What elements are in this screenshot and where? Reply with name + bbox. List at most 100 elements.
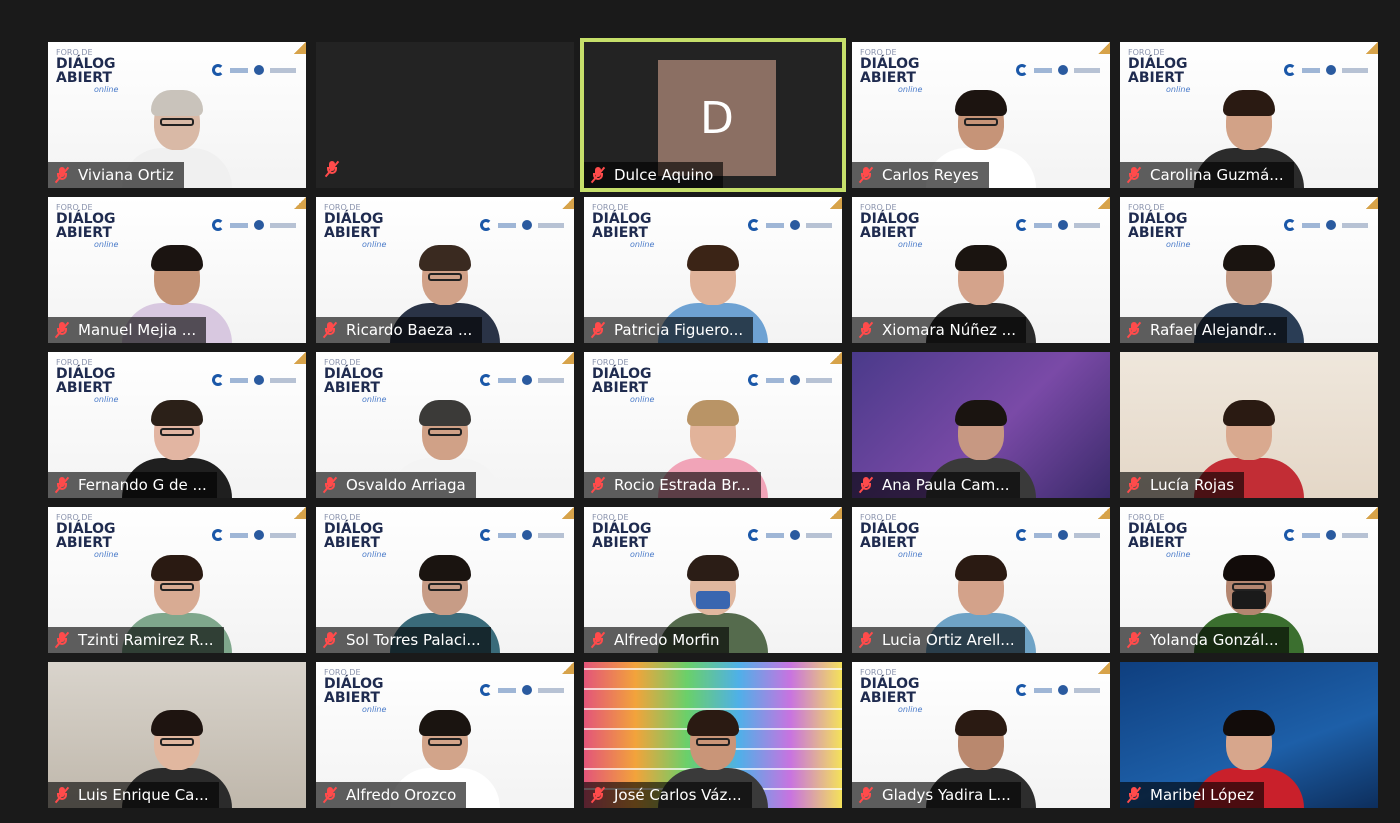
participant-tile[interactable]: FORO DE DIÁLOG ABIERT online Osvaldo Arriaga xyxy=(316,352,574,498)
corner-decoration xyxy=(294,352,306,364)
mic-muted-icon xyxy=(590,786,606,804)
participant-tile[interactable]: FORO DE DIÁLOG ABIERT online Ricardo Baeza .… xyxy=(316,197,574,343)
participant-name: Luis Enrique Ca... xyxy=(78,786,209,804)
participant-tile[interactable]: FORO DE DIÁLOG ABIERT online Rafael Alejandr… xyxy=(1120,197,1378,343)
participant-tile[interactable]: FORO DE DIÁLOG ABIERT online Sol Torres Pala… xyxy=(316,507,574,653)
sponsor-bar-icon xyxy=(498,222,516,228)
sponsor-c-icon xyxy=(748,529,760,541)
participant-name-label: Fernando G de ... xyxy=(48,472,217,498)
participant-tile[interactable]: Luis Enrique Ca... xyxy=(48,662,306,808)
mic-muted-icon xyxy=(858,321,874,339)
participant-tile[interactable]: FORO DE DIÁLOG ABIERT online Yolanda Gonzál.… xyxy=(1120,507,1378,653)
participant-tile[interactable]: FORO DE DIÁLOG ABIERT online Gladys Yadira L… xyxy=(852,662,1110,808)
corner-decoration xyxy=(562,352,574,364)
corner-decoration xyxy=(562,662,574,674)
mic-muted-icon xyxy=(590,631,606,649)
sponsor-bar-icon xyxy=(230,532,248,538)
participant-tile[interactable]: Maribel López xyxy=(1120,662,1378,808)
sponsor-logos xyxy=(480,374,564,386)
brand-text: DIÁLOG xyxy=(860,211,920,227)
mic-muted-icon xyxy=(1126,476,1142,494)
event-brand-logo: FORO DE DIÁLOG ABIERT online xyxy=(1128,513,1206,563)
participant-tile[interactable]: FORO DE DIÁLOG ABIERT online Carolina Guzmá.… xyxy=(1120,42,1378,188)
sponsor-logos xyxy=(212,219,296,231)
sponsor-logos xyxy=(1284,219,1368,231)
participant-name: Carolina Guzmá... xyxy=(1150,166,1284,184)
globe-icon xyxy=(254,530,264,540)
participant-tile[interactable]: FORO DE DIÁLOG ABIERT online Carlos Reyes xyxy=(852,42,1110,188)
globe-icon xyxy=(790,375,800,385)
participant-tile[interactable]: FORO DE DIÁLOG ABIERT online Manuel Mejia ..… xyxy=(48,197,306,343)
brand-text: ABIERT xyxy=(324,690,380,706)
event-brand-logo: FORO DE DIÁLOG ABIERT online xyxy=(592,358,670,408)
brand-text: ABIERT xyxy=(1128,225,1184,241)
sponsor-bar-icon xyxy=(766,532,784,538)
mic-muted-icon xyxy=(322,321,338,339)
sponsor-c-icon xyxy=(748,374,760,386)
participant-tile[interactable]: FORO DE DIÁLOG ABIERT online Xiomara Núñez .… xyxy=(852,197,1110,343)
participant-name-label: Maribel López xyxy=(1120,782,1265,808)
participant-tile[interactable]: José Carlos Váz... xyxy=(584,662,842,808)
participant-tile[interactable]: FORO DE DIÁLOG ABIERT online Lucia Ortiz Are… xyxy=(852,507,1110,653)
participant-tile[interactable]: FORO DE DIÁLOG ABIERT online Viviana Ortiz xyxy=(48,42,306,188)
event-brand-logo: FORO DE DIÁLOG ABIERT online xyxy=(592,513,670,563)
brand-text: ABIERT xyxy=(56,70,112,86)
mic-muted-icon xyxy=(54,321,70,339)
mic-muted-icon xyxy=(322,476,338,494)
participant-name-label: Carolina Guzmá... xyxy=(1120,162,1294,188)
sponsor-text-icon xyxy=(270,67,296,73)
corner-decoration xyxy=(830,507,842,519)
participant-name-label: Tzinti Ramirez R... xyxy=(48,627,224,653)
event-brand-logo: FORO DE DIÁLOG ABIERT online xyxy=(1128,48,1206,98)
brand-text: ABIERT xyxy=(1128,535,1184,551)
sponsor-c-icon xyxy=(212,64,224,76)
participant-name: Patricia Figuero... xyxy=(614,321,744,339)
brand-text: DIÁLOG xyxy=(56,211,116,227)
participant-name-label: Yolanda Gonzál... xyxy=(1120,627,1289,653)
mic-muted-icon xyxy=(54,476,70,494)
participant-name-label: Rafael Alejandr... xyxy=(1120,317,1288,343)
participant-name-label: Alfredo Morfin xyxy=(584,627,730,653)
event-brand-logo: FORO DE DIÁLOG ABIERT online xyxy=(324,668,402,718)
brand-text: ABIERT xyxy=(324,380,380,396)
mic-muted-icon xyxy=(1126,321,1142,339)
participant-tile[interactable]: FORO DE DIÁLOG ABIERT online Patricia Figuer… xyxy=(584,197,842,343)
participant-name: Carlos Reyes xyxy=(882,166,979,184)
participant-tile[interactable]: FORO DE DIÁLOG ABIERT online Alfredo Orozco xyxy=(316,662,574,808)
sponsor-bar-icon xyxy=(498,532,516,538)
sponsor-logos xyxy=(748,529,832,541)
participant-tile[interactable]: FORO DE DIÁLOG ABIERT online Rocio Estrada B… xyxy=(584,352,842,498)
sponsor-bar-icon xyxy=(1034,222,1052,228)
participant-tile[interactable]: FORO DE DIÁLOG ABIERT online Tzinti Ramirez … xyxy=(48,507,306,653)
sponsor-c-icon xyxy=(748,219,760,231)
brand-text: DIÁLOG xyxy=(324,211,384,227)
brand-text: online xyxy=(898,705,923,714)
sponsor-logos xyxy=(748,219,832,231)
sponsor-text-icon xyxy=(270,532,296,538)
participant-tile[interactable] xyxy=(316,42,574,188)
brand-text: ABIERT xyxy=(860,535,916,551)
sponsor-bar-icon xyxy=(1034,532,1052,538)
participant-tile[interactable]: FORO DE DIÁLOG ABIERT online Fernando G de .… xyxy=(48,352,306,498)
brand-text: DIÁLOG xyxy=(592,521,652,537)
participant-tile[interactable]: Lucía Rojas xyxy=(1120,352,1378,498)
sponsor-logos xyxy=(1016,529,1100,541)
sponsor-text-icon xyxy=(806,222,832,228)
sponsor-bar-icon xyxy=(1302,222,1320,228)
mask-icon xyxy=(1232,591,1266,609)
participant-tile[interactable]: FORO DE DIÁLOG ABIERT online Alfredo Morfin xyxy=(584,507,842,653)
brand-text: online xyxy=(898,550,923,559)
corner-decoration xyxy=(562,197,574,209)
glasses-icon xyxy=(160,118,194,126)
brand-text: online xyxy=(94,395,119,404)
participant-name-label: Gladys Yadira L... xyxy=(852,782,1021,808)
brand-text: online xyxy=(1166,550,1191,559)
participant-tile[interactable]: D Dulce Aquino xyxy=(580,38,846,192)
mic-muted-icon xyxy=(1126,631,1142,649)
sponsor-bar-icon xyxy=(1302,67,1320,73)
brand-text: DIÁLOG xyxy=(860,521,920,537)
brand-text: online xyxy=(1166,240,1191,249)
participant-name-label: Ricardo Baeza ... xyxy=(316,317,483,343)
participant-tile[interactable]: Ana Paula Cam... xyxy=(852,352,1110,498)
glasses-icon xyxy=(160,583,194,591)
